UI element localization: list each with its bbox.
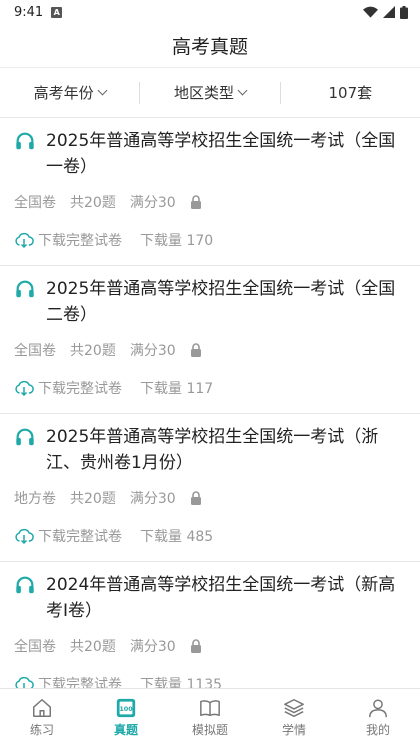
- headphones-icon: [16, 576, 34, 594]
- paper-card[interactable]: 2024年普通高等学校招生全国统一考试（新高考Ⅰ卷） 全国卷 共20题 满分30…: [0, 562, 420, 688]
- tab-label: 练习: [29, 723, 54, 737]
- lock-icon: [190, 343, 201, 357]
- paper-title: 2025年普通高等学校招生全国统一考试（全国二卷）: [46, 279, 396, 325]
- tab-practice[interactable]: 练习: [0, 689, 84, 746]
- question-count: 共20题: [70, 639, 116, 655]
- paper-type: 全国卷: [14, 639, 56, 655]
- download-count: 下载量 170: [140, 233, 214, 249]
- signal-icon: [383, 6, 395, 18]
- download-label: 下载完整试卷: [38, 529, 122, 545]
- question-count: 共20题: [70, 491, 116, 507]
- full-score: 满分30: [129, 639, 176, 655]
- full-score: 满分30: [129, 343, 176, 359]
- headphones-icon: [16, 280, 34, 298]
- chevron-down-icon: [237, 85, 248, 96]
- cloud-download-icon: [15, 380, 34, 396]
- paper-count-label: 107套: [328, 84, 373, 102]
- lock-icon: [190, 195, 201, 209]
- paper-type: 全国卷: [14, 195, 56, 211]
- paper-title: 2024年普通高等学校招生全国统一考试（新高考Ⅰ卷）: [46, 575, 396, 621]
- tab-learning-status[interactable]: 学情: [252, 689, 336, 746]
- paper-card[interactable]: 2025年普通高等学校招生全国统一考试（浙江、贵州卷1月份） 地方卷 共20题 …: [0, 414, 420, 562]
- full-score: 满分30: [129, 491, 176, 507]
- bottom-tab-bar: 练习 100 真题 模拟题 学情 我的: [0, 688, 420, 746]
- year-filter-label: 高考年份: [33, 84, 94, 102]
- paper-count: 107套: [279, 81, 420, 104]
- wifi-icon: [363, 6, 378, 18]
- tab-label: 我的: [365, 723, 390, 737]
- lock-icon: [190, 491, 201, 505]
- download-label: 下载完整试卷: [38, 233, 122, 249]
- tab-label: 模拟题: [191, 723, 228, 737]
- filter-bar: 高考年份 地区类型 107套: [0, 68, 420, 118]
- open-book-icon: [200, 700, 220, 717]
- download-button[interactable]: 下载完整试卷: [14, 230, 122, 250]
- tab-profile[interactable]: 我的: [336, 689, 420, 746]
- cloud-download-icon: [15, 676, 34, 688]
- status-time: 9:41: [14, 4, 44, 20]
- paper-type: 地方卷: [14, 491, 56, 507]
- download-count: 下载量 117: [140, 381, 214, 397]
- region-filter-label: 地区类型: [173, 84, 234, 102]
- svg-text:100: 100: [119, 705, 133, 713]
- page-title-bar: 高考真题: [0, 24, 420, 68]
- paper-title: 2025年普通高等学校招生全国统一考试（浙江、贵州卷1月份）: [46, 427, 379, 473]
- status-bar: 9:41 A: [0, 0, 420, 24]
- region-filter[interactable]: 地区类型: [139, 81, 279, 104]
- headphones-icon: [16, 132, 34, 150]
- paper-list: 2025年普通高等学校招生全国统一考试（全国一卷） 全国卷 共20题 满分30 …: [0, 118, 420, 688]
- download-label: 下载完整试卷: [38, 677, 122, 688]
- tab-label: 真题: [113, 723, 138, 737]
- tab-label: 学情: [281, 723, 306, 737]
- download-button[interactable]: 下载完整试卷: [14, 378, 122, 398]
- cloud-download-icon: [15, 528, 34, 544]
- home-icon: [33, 699, 51, 717]
- user-icon: [369, 699, 387, 718]
- question-count: 共20题: [70, 343, 116, 359]
- paper-card[interactable]: 2025年普通高等学校招生全国统一考试（全国二卷） 全国卷 共20题 满分30 …: [0, 266, 420, 414]
- lock-icon: [190, 639, 201, 653]
- tab-mock-exams[interactable]: 模拟题: [168, 689, 252, 746]
- download-label: 下载完整试卷: [38, 381, 122, 397]
- battery-icon: [400, 5, 408, 19]
- download-button[interactable]: 下载完整试卷: [14, 674, 122, 688]
- page-title: 高考真题: [171, 36, 248, 58]
- paper-title: 2025年普通高等学校招生全国统一考试（全国一卷）: [46, 131, 396, 177]
- question-count: 共20题: [70, 195, 116, 211]
- exam-book-icon: 100: [116, 698, 136, 718]
- download-count: 下载量 1135: [140, 677, 223, 688]
- download-button[interactable]: 下载完整试卷: [14, 526, 122, 546]
- paper-type: 全国卷: [14, 343, 56, 359]
- paper-card[interactable]: 2025年普通高等学校招生全国统一考试（全国一卷） 全国卷 共20题 满分30 …: [0, 118, 420, 266]
- chevron-down-icon: [97, 85, 108, 96]
- tab-real-exams[interactable]: 100 真题: [84, 689, 168, 746]
- cloud-download-icon: [15, 232, 34, 248]
- download-count: 下载量 485: [140, 529, 214, 545]
- notification-icon: A: [51, 6, 63, 18]
- year-filter[interactable]: 高考年份: [0, 82, 139, 104]
- full-score: 满分30: [129, 195, 176, 211]
- layers-icon: [284, 699, 304, 718]
- headphones-icon: [16, 428, 34, 446]
